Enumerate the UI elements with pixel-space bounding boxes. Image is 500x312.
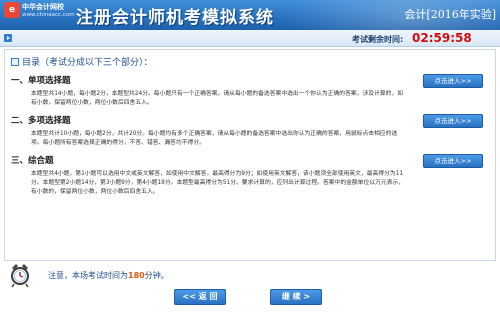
- instructions-panel: 目录（考试分成以下三个部分）： 一、单项选择题 本题型共14小题，每小题2分，本…: [4, 49, 496, 261]
- enter-multiple-choice-button[interactable]: 点击进入>>: [423, 114, 483, 128]
- app-title: 注册会计师机考模拟系统: [76, 8, 274, 28]
- section-description: 本题型共计10小题，每小题2分，共计20分。每小题均有多个正确答案，请从每小题的…: [31, 131, 398, 146]
- section-comprehensive: 三、综合题 本题型共4小题，第1小题可以选用中文或英文解答，如使用中文解答，最高…: [11, 154, 491, 197]
- directory-heading: 目录（考试分成以下三个部分）：: [11, 55, 153, 68]
- expand-arrow-icon[interactable]: [4, 34, 12, 42]
- section-title: 一、单项选择题: [11, 76, 71, 86]
- directory-icon: [11, 58, 19, 66]
- directory-label: 目录（考试分成以下三个部分）：: [22, 58, 153, 68]
- section-description: 本题型共14小题，每小题2分，本题型共24分。每小题只有一个正确答案，请从每小题…: [31, 91, 404, 106]
- notice-minutes: 180: [128, 271, 145, 280]
- exam-duration-notice: 注意，本场考试时间为180分钟。: [48, 270, 169, 281]
- alarm-clock-icon: [11, 264, 29, 288]
- timer-label: 考试剩余时间:: [352, 35, 404, 44]
- continue-button[interactable]: 继 续 >: [270, 289, 322, 305]
- section-title: 三、综合题: [11, 156, 54, 166]
- back-button[interactable]: << 返 回: [174, 289, 226, 305]
- timer-bar: 考试剩余时间: 02:59:58: [0, 30, 500, 47]
- exam-subject: 会计[2016年实验]: [404, 8, 496, 21]
- timer-value: 02:59:58: [412, 31, 472, 45]
- logo-icon: e: [4, 2, 20, 18]
- logo-name: 中华会计网校: [22, 3, 64, 11]
- logo-url: www.chinaacc.com: [22, 12, 75, 18]
- enter-single-choice-button[interactable]: 点击进入>>: [423, 74, 483, 88]
- section-description: 本题型共4小题，第1小题可以选用中文或英文解答，如使用中文解答，最高得分为9分；…: [31, 171, 405, 195]
- section-title: 二、多项选择题: [11, 116, 71, 126]
- notice-suffix: 分钟。: [144, 271, 169, 280]
- app-header: e 中华会计网校 www.chinaacc.com 注册会计师机考模拟系统 会计…: [0, 0, 500, 30]
- enter-comprehensive-button[interactable]: 点击进入>>: [423, 154, 483, 168]
- section-multiple-choice: 二、多项选择题 本题型共计10小题，每小题2分，共计20分。每小题均有多个正确答…: [11, 114, 491, 148]
- notice-prefix: 注意，本场考试时间为: [48, 271, 128, 280]
- section-single-choice: 一、单项选择题 本题型共14小题，每小题2分，本题型共24分。每小题只有一个正确…: [11, 74, 491, 108]
